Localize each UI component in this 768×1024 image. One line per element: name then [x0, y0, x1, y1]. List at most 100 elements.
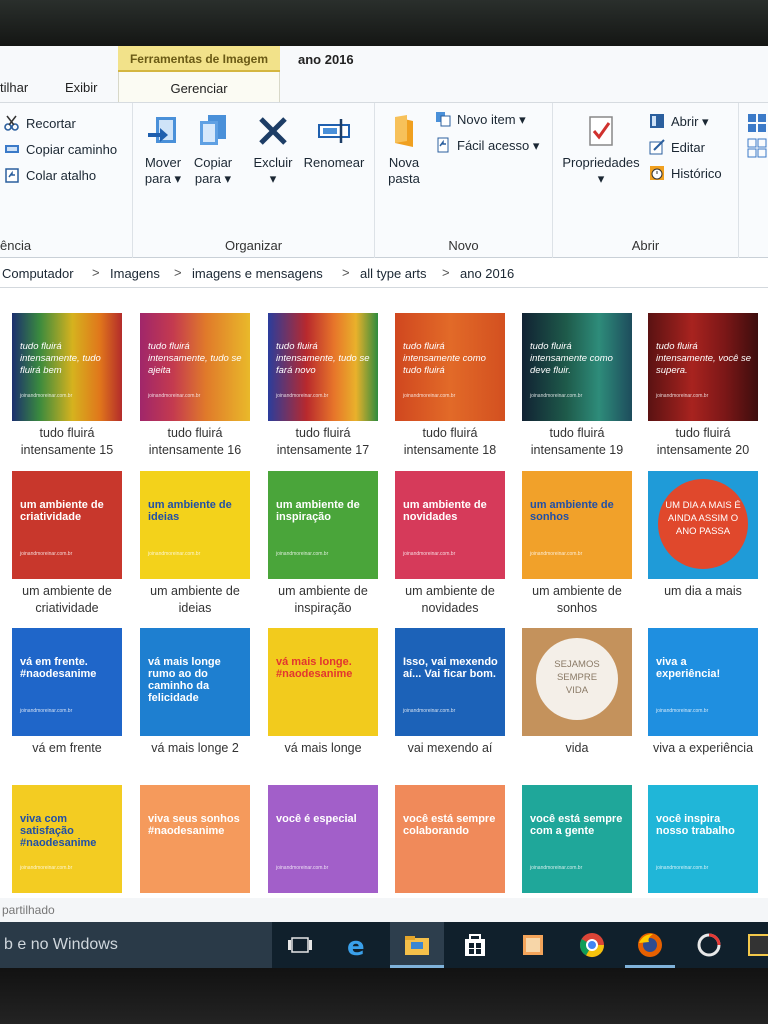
rename-icon	[317, 113, 351, 149]
new-folder-button[interactable]: Nova pasta	[381, 113, 427, 187]
chrome-icon[interactable]	[577, 930, 607, 960]
thumbnail-text: você está sempre com a gente	[530, 813, 623, 837]
thumbnail-text: tudo fluirá intensamente, tudo se fará n…	[276, 341, 370, 376]
file-thumbnail[interactable]: tudo fluirá intensamente como deve fluir…	[522, 313, 632, 421]
select-icon[interactable]	[747, 113, 767, 174]
copy-to-button[interactable]: Copiar para ▾	[189, 113, 237, 187]
file-thumbnail[interactable]: vá mais longe rumo ao do caminho da feli…	[140, 628, 250, 736]
file-name: tudo fluirá intensamente 18	[386, 425, 514, 459]
file-thumbnail[interactable]: você está sempre colaborando	[395, 785, 505, 893]
copy-path-button[interactable]: Copiar caminho	[4, 141, 117, 157]
tab-exibir[interactable]: Exibir	[65, 80, 98, 95]
file-thumbnail[interactable]: um ambiente de sonhos joinandmoreinar.com…	[522, 471, 632, 579]
paste-shortcut-button[interactable]: Colar atalho	[4, 167, 96, 183]
thumbnail-small-text: joinandmoreinar.com.br	[276, 865, 329, 871]
file-name: um ambiente de inspiração	[259, 583, 387, 617]
app-icon[interactable]	[744, 930, 768, 960]
thumbnail-small-text: joinandmoreinar.com.br	[656, 393, 709, 399]
edit-button[interactable]: Editar	[649, 139, 705, 155]
rename-button[interactable]: Renomear	[299, 113, 369, 171]
app-icon[interactable]	[694, 930, 724, 960]
breadcrumb-separator[interactable]: >	[442, 265, 450, 280]
task-view-icon[interactable]	[285, 930, 315, 960]
file-name: vida	[513, 740, 641, 757]
thumbnail-small-text: joinandmoreinar.com.br	[276, 551, 329, 557]
file-thumbnail[interactable]: viva a experiência! joinandmoreinar.com.b…	[648, 628, 758, 736]
thumbnail-small-text: joinandmoreinar.com.br	[20, 708, 73, 714]
firefox-icon[interactable]	[635, 930, 665, 960]
taskbar-search-box[interactable]: b e no Windows	[0, 922, 272, 968]
thumbnail-text: viva a experiência!	[656, 656, 721, 680]
move-to-label-2: para ▾	[144, 171, 182, 186]
file-thumbnail[interactable]: um ambiente de novidades joinandmoreinar.…	[395, 471, 505, 579]
new-folder-icon	[387, 113, 421, 149]
file-thumbnail[interactable]: tudo fluirá intensamente, tudo se ajeita…	[140, 313, 250, 421]
breadcrumb-computador[interactable]: Computador	[2, 266, 74, 281]
file-name-line-2: novidades	[421, 601, 479, 615]
file-name: vá em frente	[3, 740, 131, 757]
file-thumbnail[interactable]: vá em frente. #naodesanime joinandmoreina…	[12, 628, 122, 736]
file-name-line-2: intensamente 15	[20, 443, 114, 457]
rename-label: Renomear	[303, 155, 365, 170]
window-title: ano 2016	[298, 52, 354, 67]
thumbnail-text: Isso, vai mexendo aí... Vai ficar bom.	[403, 656, 498, 680]
file-thumbnail[interactable]: viva seus sonhos #naodesanime	[140, 785, 250, 893]
thumbnail-text: vá mais longe. #naodesanime	[276, 656, 353, 680]
file-name: vá mais longe	[259, 740, 387, 757]
file-name-line-2: criatividade	[35, 601, 99, 615]
group-label-abrir: Abrir	[631, 238, 660, 253]
file-thumbnail[interactable]: você está sempre com a gente joinandmorei…	[522, 785, 632, 893]
file-explorer-icon[interactable]	[402, 930, 432, 960]
breadcrumb-separator[interactable]: >	[342, 265, 350, 280]
file-thumbnail[interactable]: UM DIA A MAIS É AINDA ASSIM O ANO PASSA	[648, 471, 758, 579]
file-name-line-2: intensamente 20	[656, 443, 750, 457]
thumbnail-text: um ambiente de criatividade	[20, 499, 104, 523]
file-name-line-1: vai mexendo aí	[407, 741, 493, 755]
history-button[interactable]: Histórico	[649, 165, 722, 181]
cut-label: Recortar	[26, 116, 76, 131]
cut-button[interactable]: Recortar	[4, 115, 76, 131]
file-thumbnail[interactable]: SEJAMOS SEMPRE VIDA	[522, 628, 632, 736]
monitor-bezel-bottom	[0, 968, 768, 1024]
thumbnail-small-text: joinandmoreinar.com.br	[148, 551, 201, 557]
tab-compartilhar[interactable]: tilhar	[0, 80, 28, 95]
file-thumbnail[interactable]: um ambiente de inspiração joinandmoreinar…	[268, 471, 378, 579]
group-organizar: Mover para ▾ Copiar para ▾ Excluir ▾ Ren…	[133, 103, 375, 259]
breadcrumb-separator[interactable]: >	[174, 265, 182, 280]
move-to-button[interactable]: Mover para ▾	[141, 113, 185, 187]
delete-label: Excluir	[253, 155, 293, 170]
file-thumbnail[interactable]: um ambiente de criatividade joinandmorein…	[12, 471, 122, 579]
file-name-line-1: um ambiente de	[150, 584, 240, 598]
file-thumbnail[interactable]: tudo fluirá intensamente, tudo se fará n…	[268, 313, 378, 421]
monitor-bezel-top	[0, 0, 768, 46]
file-thumbnail[interactable]: você é especial joinandmoreinar.com.br	[268, 785, 378, 893]
new-item-button[interactable]: Novo item ▾	[435, 111, 526, 128]
edge-icon[interactable]: e	[343, 930, 373, 962]
store-icon[interactable]	[460, 930, 490, 960]
file-thumbnail[interactable]: Isso, vai mexendo aí... Vai ficar bom. jo…	[395, 628, 505, 736]
paint-icon[interactable]	[518, 930, 548, 960]
properties-button[interactable]: Propriedades ▾	[557, 113, 645, 187]
copy-path-icon	[4, 141, 20, 157]
breadcrumb-all-type-arts[interactable]: all type arts	[360, 266, 426, 281]
breadcrumb-imagens[interactable]: Imagens	[110, 266, 160, 281]
breadcrumb-imagens-e-mensagens[interactable]: imagens e mensagens	[192, 266, 323, 281]
file-thumbnail[interactable]: um ambiente de ideias joinandmoreinar.com…	[140, 471, 250, 579]
breadcrumb-separator[interactable]: >	[92, 265, 100, 280]
file-thumbnail[interactable]: vá mais longe. #naodesanime	[268, 628, 378, 736]
file-thumbnail[interactable]: tudo fluirá intensamente, você se supera…	[648, 313, 758, 421]
breadcrumb-ano-2016[interactable]: ano 2016	[460, 266, 514, 281]
file-thumbnail[interactable]: você inspira nosso trabalho joinandmorein…	[648, 785, 758, 893]
file-name-line-1: viva a experiência	[652, 741, 754, 755]
delete-button[interactable]: Excluir ▾	[249, 113, 297, 187]
move-to-label-1: Mover	[144, 155, 182, 170]
thumbnail-small-text: joinandmoreinar.com.br	[656, 708, 709, 714]
tab-gerenciar[interactable]: Gerenciar	[118, 72, 280, 102]
file-thumbnail[interactable]: viva com satisfação #naodesanime joinandm…	[12, 785, 122, 893]
open-button[interactable]: Abrir ▾	[649, 113, 709, 130]
file-name: tudo fluirá intensamente 19	[513, 425, 641, 459]
file-name-line-1: um ambiente de	[278, 584, 368, 598]
file-thumbnail[interactable]: tudo fluirá intensamente como tudo fluir…	[395, 313, 505, 421]
easy-access-button[interactable]: Fácil acesso ▾	[435, 137, 539, 154]
file-thumbnail[interactable]: tudo fluirá intensamente, tudo fluirá be…	[12, 313, 122, 421]
